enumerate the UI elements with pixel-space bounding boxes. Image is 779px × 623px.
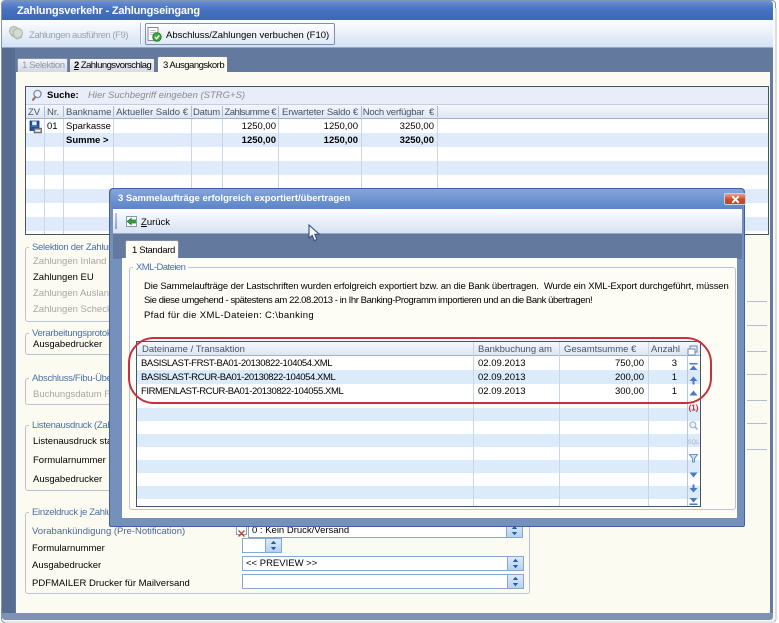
svg-text:SQL: SQL	[688, 440, 699, 446]
svg-text:(1): (1)	[689, 404, 699, 413]
